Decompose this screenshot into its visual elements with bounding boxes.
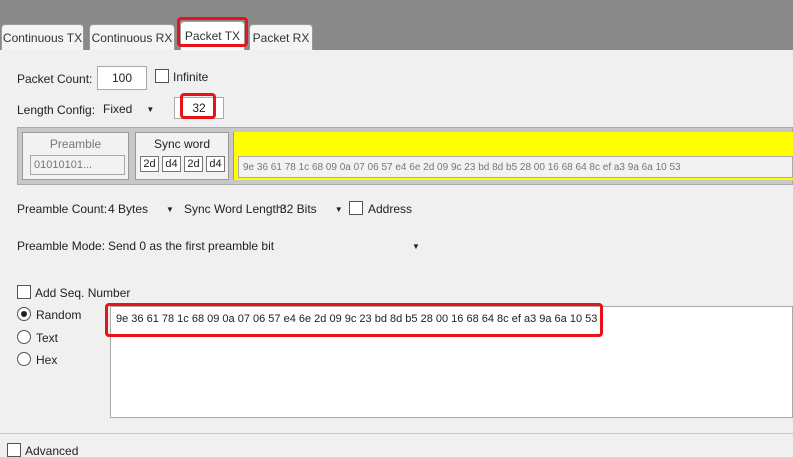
preamble-count-value: 4 Bytes <box>108 202 149 216</box>
hex-radio[interactable] <box>17 352 31 366</box>
tab-continuous-rx[interactable]: Continuous RX <box>89 24 175 50</box>
infinite-label: Infinite <box>173 70 209 84</box>
packet-data-text: 9e 36 61 78 1c 68 09 0a 07 06 57 e4 6e 2… <box>116 313 598 325</box>
text-label: Text <box>36 331 59 345</box>
add-seq-number-label: Add Seq. Number <box>35 286 131 300</box>
chevron-down-icon: ▼ <box>334 204 343 214</box>
sync-word-length-value: 32 Bits <box>280 202 317 216</box>
advanced-label: Advanced <box>25 444 79 457</box>
add-seq-number-checkbox[interactable] <box>17 285 31 299</box>
packet-count-input[interactable]: 100 <box>97 66 147 90</box>
sync-word-length-label: Sync Word Length: <box>184 202 286 216</box>
chevron-down-icon: ▼ <box>412 241 420 251</box>
tab-label: Packet TX <box>184 29 241 43</box>
payload-preview: 9e 36 61 78 1c 68 09 0a 07 06 57 e4 6e 2… <box>238 156 793 178</box>
length-value-input[interactable]: 32 <box>174 97 224 119</box>
packet-count-label: Packet Count: <box>17 72 93 86</box>
preamble-mode-dropdown[interactable]: Send 0 as the first preamble bit ▼ <box>108 238 420 254</box>
chevron-down-icon: ▼ <box>166 204 174 214</box>
tab-label: Packet RX <box>252 30 310 45</box>
tab-label: Continuous TX <box>2 30 83 45</box>
tab-bar: Continuous TX Continuous RX Packet TX Pa… <box>0 0 793 50</box>
text-radio[interactable] <box>17 330 31 344</box>
length-config-dropdown[interactable]: Fixed ▼ <box>103 101 154 117</box>
length-config-mode: Fixed <box>103 102 133 116</box>
advanced-checkbox[interactable] <box>7 443 21 457</box>
tab-packet-tx[interactable]: Packet TX <box>180 21 245 50</box>
sync-byte-1: 2d <box>140 156 159 172</box>
sync-word-title: Sync word <box>153 137 211 151</box>
random-radio[interactable] <box>17 307 31 321</box>
tab-packet-rx[interactable]: Packet RX <box>249 24 313 50</box>
divider <box>0 433 793 434</box>
sync-byte-3: 2d <box>184 156 203 172</box>
address-checkbox[interactable] <box>349 201 363 215</box>
preamble-count-label: Preamble Count: <box>17 202 108 216</box>
preamble-mode-label: Preamble Mode: <box>17 239 106 253</box>
sync-word-group: Sync word 2d d4 2d d4 <box>135 132 229 180</box>
sync-byte-4: d4 <box>206 156 225 172</box>
address-label: Address <box>368 202 413 216</box>
preamble-value: 01010101... <box>30 155 125 175</box>
preamble-group: Preamble 01010101... <box>22 132 129 180</box>
length-config-label: Length Config: <box>17 103 96 117</box>
sync-byte-2: d4 <box>162 156 181 172</box>
tab-label: Continuous RX <box>91 30 173 45</box>
tab-continuous-tx[interactable]: Continuous TX <box>1 24 84 50</box>
preamble-mode-value: Send 0 as the first preamble bit <box>108 239 275 253</box>
preamble-count-dropdown[interactable]: 4 Bytes ▼ <box>108 201 174 217</box>
infinite-checkbox[interactable] <box>155 69 169 83</box>
sync-word-length-dropdown[interactable]: 32 Bits ▼ <box>280 201 343 217</box>
random-label: Random <box>36 308 82 322</box>
preamble-title: Preamble <box>49 137 102 151</box>
hex-label: Hex <box>36 353 58 367</box>
chevron-down-icon: ▼ <box>146 104 155 114</box>
